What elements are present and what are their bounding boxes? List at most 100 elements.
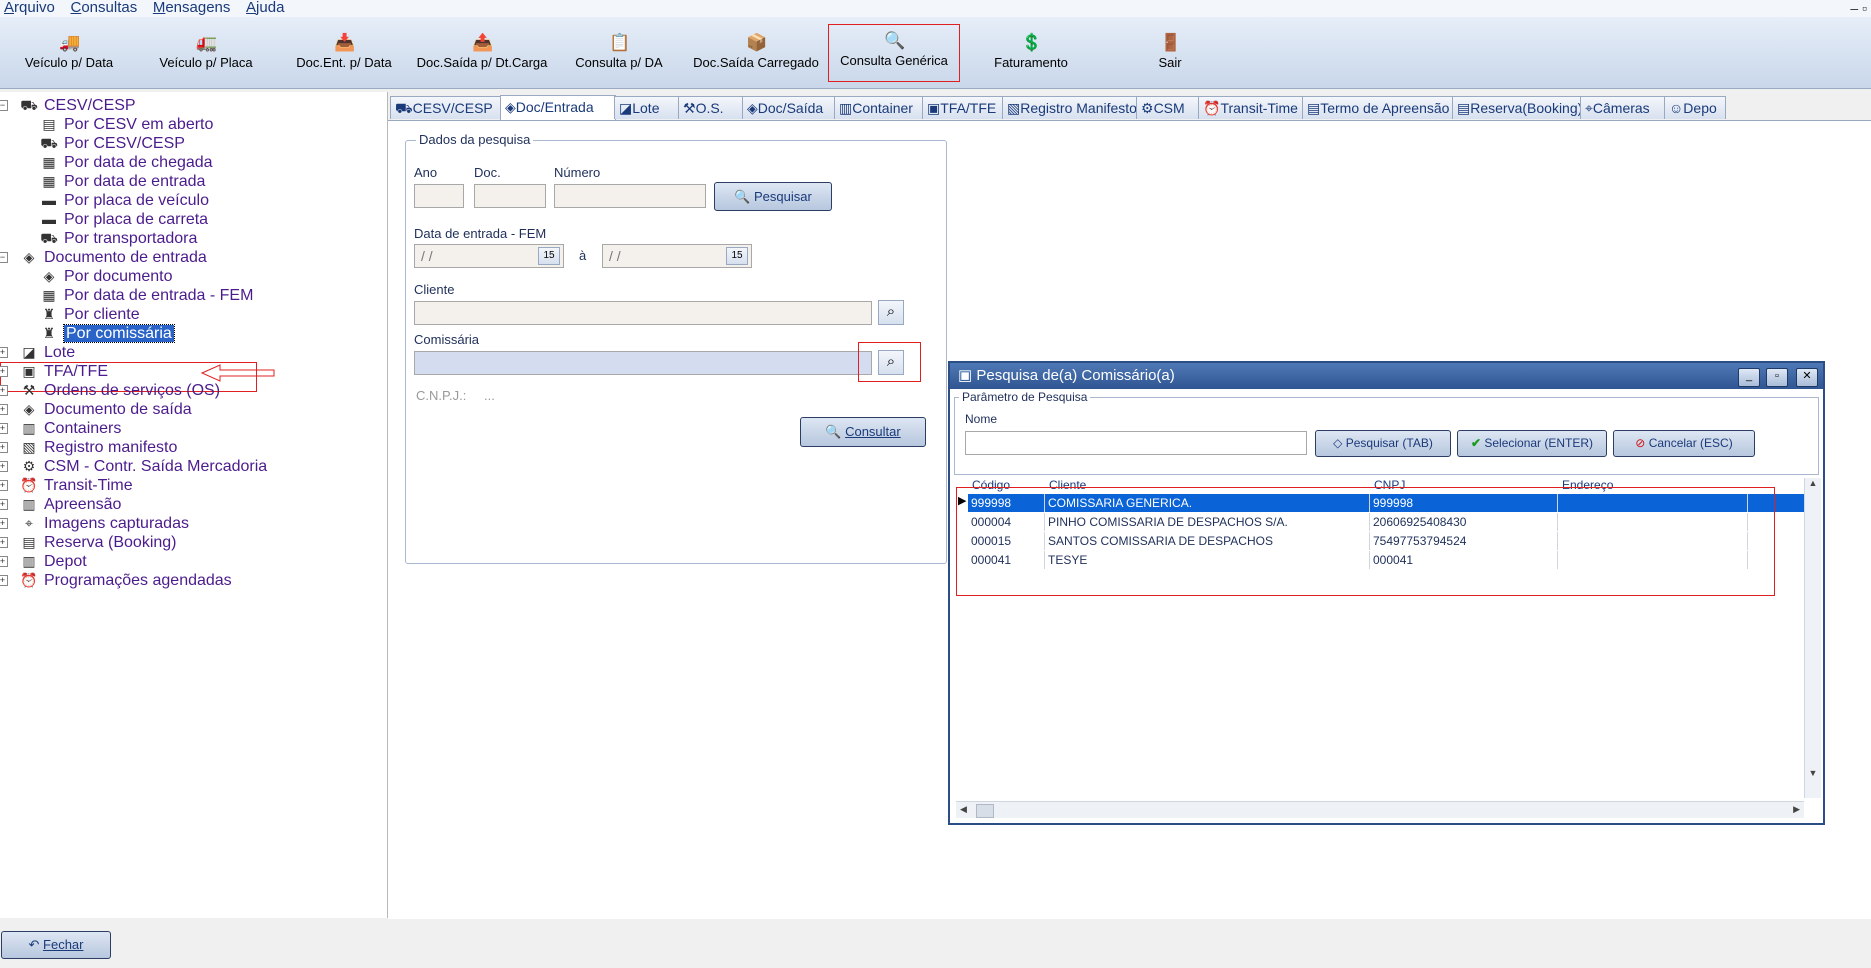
scroll-left-icon[interactable]: ◀ bbox=[960, 804, 967, 815]
expand-icon[interactable]: + bbox=[0, 518, 8, 529]
menu-arquivo[interactable]: Arquivo bbox=[4, 0, 55, 16]
search-group: Dados da pesquisa Ano Doc. Número 🔍 Pesq… bbox=[405, 132, 947, 564]
window-controls[interactable]: – ▫ bbox=[1850, 0, 1867, 16]
toolbar-faturamento-button[interactable]: 💲 Faturamento bbox=[978, 27, 1084, 83]
menu-mensagens[interactable]: Mensagens bbox=[153, 0, 231, 16]
cnpj-label: C.N.P.J.: bbox=[416, 388, 467, 403]
expand-icon[interactable]: + bbox=[0, 404, 8, 415]
nome-label: Nome bbox=[965, 412, 998, 426]
calendar-icon[interactable]: 15 bbox=[538, 247, 560, 265]
tab-label: CESV/CESP bbox=[412, 100, 493, 116]
scroll-thumb[interactable] bbox=[976, 804, 994, 818]
tree-label: Documento de saída bbox=[44, 401, 192, 418]
tab-container[interactable]: ▥Container bbox=[834, 96, 924, 119]
menu-consultas[interactable]: Consultas bbox=[71, 0, 138, 16]
doc-out-icon: 📤 bbox=[472, 33, 494, 52]
menu-ajuda[interactable]: Ajuda bbox=[246, 0, 284, 16]
cliente-input[interactable] bbox=[414, 301, 872, 325]
document-icon: ◈ bbox=[747, 100, 758, 116]
dialog-pesquisar-button[interactable]: ◇ Pesquisar (TAB) bbox=[1315, 430, 1451, 457]
comissaria-input[interactable] bbox=[414, 351, 872, 375]
scroll-up-icon[interactable]: ▲ bbox=[1805, 478, 1821, 488]
tab-termo-apreensao[interactable]: ▤Termo de Apreensão bbox=[1302, 96, 1454, 119]
toolbar-sair-button[interactable]: 🚪 Sair bbox=[1140, 27, 1200, 83]
tree-label: Documento de entrada bbox=[44, 249, 207, 266]
expand-icon[interactable]: + bbox=[0, 575, 8, 586]
navigation-tree: − ⛟ CESV/CESP ▤ Por CESV em aberto ⛟ Por CES… bbox=[0, 92, 388, 918]
pesquisar-button[interactable]: 🔍 Pesquisar bbox=[714, 182, 832, 211]
expand-icon[interactable]: + bbox=[0, 499, 8, 510]
booking-icon: ▤ bbox=[1457, 100, 1471, 116]
tab-reserva-booking[interactable]: ▤Reserva(Booking) bbox=[1452, 96, 1582, 119]
tab-lote[interactable]: ◪Lote bbox=[614, 96, 680, 119]
expand-icon[interactable]: + bbox=[0, 442, 8, 453]
expand-icon[interactable]: + bbox=[0, 385, 8, 396]
toolbar: 🚚 Veículo p/ Data 🚛 Veículo p/ Placa 📥 Doc.… bbox=[0, 17, 1871, 89]
scroll-right-icon[interactable]: ▶ bbox=[1793, 804, 1800, 815]
numero-input[interactable] bbox=[554, 184, 706, 208]
tab-depot[interactable]: ☺Depo bbox=[1664, 96, 1726, 119]
expand-icon[interactable]: + bbox=[0, 347, 8, 358]
tree-label: Apreensão bbox=[44, 496, 122, 513]
nome-input[interactable] bbox=[965, 431, 1307, 455]
toolbar-veiculo-data-button[interactable]: 🚚 Veículo p/ Data bbox=[12, 27, 126, 83]
tree-label: Por transportadora bbox=[64, 230, 198, 247]
toolbar-consulta-generica-button[interactable]: 🔍 Consulta Genérica bbox=[828, 24, 960, 82]
toolbar-consulta-da-button[interactable]: 📋 Consulta p/ DA bbox=[566, 27, 672, 83]
tab-doc-entrada[interactable]: ◈Doc/Entrada bbox=[500, 95, 616, 120]
search-icon: 🔍 bbox=[734, 189, 751, 204]
expand-icon[interactable]: + bbox=[0, 537, 8, 548]
dialog-titlebar[interactable]: ▣ Pesquisa de(a) Comissário(a) _ ▫ ✕ bbox=[950, 363, 1823, 389]
doc-input[interactable] bbox=[474, 184, 546, 208]
toolbar-veiculo-placa-button[interactable]: 🚛 Veículo p/ Placa bbox=[148, 27, 264, 83]
vertical-scrollbar[interactable]: ▲ ▼ bbox=[1804, 478, 1821, 798]
tab-csm[interactable]: ⚙CSM bbox=[1136, 96, 1200, 119]
tree-label: Por data de entrada bbox=[64, 173, 206, 190]
ano-input[interactable] bbox=[414, 184, 464, 208]
tab-doc-saida[interactable]: ◈Doc/Saída bbox=[742, 96, 836, 119]
tab-transit-time[interactable]: ⏰Transit-Time bbox=[1198, 96, 1304, 119]
check-icon: ✔ bbox=[1470, 436, 1481, 450]
comissaria-label: Comissária bbox=[414, 332, 480, 347]
tab-cameras[interactable]: ⌖Câmeras bbox=[1580, 96, 1666, 119]
consultar-button[interactable]: 🔍 Consultar bbox=[800, 417, 926, 447]
expand-icon[interactable]: + bbox=[0, 480, 8, 491]
collapse-icon[interactable]: − bbox=[0, 100, 8, 111]
maximize-button[interactable]: ▫ bbox=[1766, 368, 1788, 387]
expand-icon[interactable]: + bbox=[0, 556, 8, 567]
data-entrada-label: Data de entrada - FEM bbox=[414, 226, 547, 241]
tab-tfa-tfe[interactable]: ▣TFA/TFE bbox=[922, 96, 1004, 119]
tab-registro-manifesto[interactable]: ▧Registro Manifesto bbox=[1002, 96, 1138, 119]
collapse-icon[interactable]: − bbox=[0, 252, 8, 263]
toolbar-docent-data-button[interactable]: 📥 Doc.Ent. p/ Data bbox=[288, 27, 400, 83]
manifest-icon: ▧ bbox=[1007, 100, 1021, 116]
expand-icon[interactable]: + bbox=[0, 461, 8, 472]
toolbar-docsaida-carga-button[interactable]: 📤 Doc.Saída p/ Dt.Carga bbox=[410, 27, 554, 83]
document-icon: ◈ bbox=[23, 249, 35, 265]
dialog-title: Pesquisa de(a) Comissário(a) bbox=[976, 367, 1175, 384]
cnpj-value: ... bbox=[484, 388, 495, 403]
minimize-button[interactable]: _ bbox=[1738, 368, 1760, 387]
button-label: Cancelar (ESC) bbox=[1648, 436, 1733, 450]
toolbar-docsaida-carregado-button[interactable]: 📦 Doc.Saída Carregado bbox=[686, 27, 826, 83]
tree-label: Por data de chegada bbox=[64, 154, 213, 171]
comissaria-search-dialog: ▣ Pesquisa de(a) Comissário(a) _ ▫ ✕ Par… bbox=[948, 361, 1825, 825]
expand-icon[interactable]: + bbox=[0, 366, 8, 377]
fechar-button[interactable]: ↶ Fechar bbox=[1, 931, 111, 959]
calendar-icon[interactable]: 15 bbox=[726, 247, 748, 265]
tab-os[interactable]: ⚒O.S. bbox=[678, 96, 744, 119]
button-label: Consultar bbox=[845, 424, 901, 439]
tree-label: Imagens capturadas bbox=[44, 515, 189, 532]
dialog-app-icon: ▣ bbox=[958, 367, 973, 384]
expand-icon[interactable]: + bbox=[0, 423, 8, 434]
close-button[interactable]: ✕ bbox=[1796, 368, 1818, 387]
date-placeholder: / / bbox=[609, 248, 621, 264]
dialog-selecionar-button[interactable]: ✔ Selecionar (ENTER) bbox=[1457, 430, 1607, 457]
dialog-cancelar-button[interactable]: ⊘ Cancelar (ESC) bbox=[1613, 430, 1755, 457]
scroll-down-icon[interactable]: ▼ bbox=[1805, 768, 1821, 778]
tab-cesv-cesp[interactable]: ⛟CESV/CESP bbox=[390, 96, 502, 119]
horizontal-scrollbar[interactable]: ◀ ▶ bbox=[956, 801, 1804, 818]
tree-node-programacoes[interactable]: + ⏰ Programações agendadas bbox=[0, 569, 232, 591]
param-group: Parâmetro de Pesquisa Nome ◇ Pesquisar (… bbox=[954, 390, 1819, 475]
magnifier-icon[interactable]: ⌕ bbox=[878, 300, 904, 325]
